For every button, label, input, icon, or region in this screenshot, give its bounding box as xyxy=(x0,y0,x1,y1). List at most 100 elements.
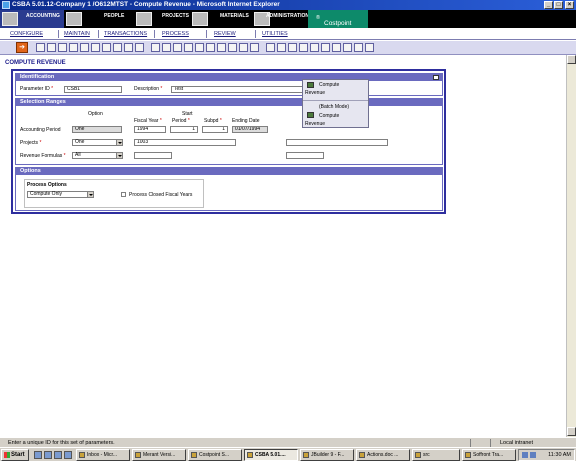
description-field[interactable]: Test xyxy=(171,86,311,93)
submenu-transactions[interactable]: TRANSACTIONS xyxy=(104,31,147,37)
subperiod-field[interactable]: 1 xyxy=(202,126,228,133)
submenu-configure[interactable]: CONFIGURE xyxy=(10,31,43,37)
submenu-utilities[interactable]: UTILITIES xyxy=(262,31,288,37)
submenu-divider xyxy=(154,30,155,38)
revenue-formulas-option-select[interactable]: All xyxy=(72,152,123,159)
chevron-down-icon xyxy=(116,153,122,158)
minimize-button[interactable]: _ xyxy=(544,1,553,9)
last-icon[interactable] xyxy=(113,43,122,52)
start-period-field[interactable]: 1 xyxy=(170,126,198,133)
lock-icon[interactable] xyxy=(206,43,215,52)
explorer-icon[interactable] xyxy=(64,451,72,459)
prev-icon[interactable] xyxy=(91,43,100,52)
maximize-button[interactable]: □ xyxy=(554,1,563,9)
ie-icon xyxy=(191,452,197,458)
task-costpoint[interactable]: Costpoint S... xyxy=(188,449,242,461)
brand-mark: ® xyxy=(316,15,320,21)
process-options-select[interactable]: Compute Only xyxy=(27,191,94,198)
save-icon[interactable] xyxy=(47,43,56,52)
zoom-icon[interactable] xyxy=(321,43,330,52)
vertical-scrollbar[interactable] xyxy=(566,55,576,437)
table-icon[interactable] xyxy=(266,43,275,52)
next-icon[interactable] xyxy=(102,43,111,52)
menu-tab-administration[interactable]: ADMINISTRATION xyxy=(252,10,309,28)
settings-icon[interactable] xyxy=(365,43,374,52)
ending-date-field: 01/07/1994 xyxy=(232,126,268,133)
revenue-formulas-start-field[interactable] xyxy=(134,152,172,159)
scroll-down-button[interactable] xyxy=(567,427,576,436)
close-window-button[interactable]: × xyxy=(565,1,574,9)
task-jbuilder[interactable]: JBuilder 9 - F... xyxy=(300,449,354,461)
selection-ranges-section: Selection Ranges Option Start Fiscal Yea… xyxy=(15,98,443,165)
menu-tab-projects[interactable]: PROJECTS xyxy=(128,10,189,28)
find-icon[interactable] xyxy=(162,43,171,52)
report-icon[interactable] xyxy=(228,43,237,52)
task-src-folder[interactable]: src xyxy=(412,449,460,461)
refresh-icon[interactable] xyxy=(195,43,204,52)
process-closed-fiscal-years-checkbox[interactable] xyxy=(121,192,126,197)
new-icon[interactable] xyxy=(36,43,45,52)
col-ending-date-header: Ending Date xyxy=(232,118,260,124)
task-csba[interactable]: CSBA 5.01.... xyxy=(244,449,298,461)
parameter-id-label: Parameter ID * xyxy=(20,86,54,92)
submenu-maintain[interactable]: MAINTAIN xyxy=(64,31,90,37)
revenue-formulas-end-field[interactable] xyxy=(286,152,324,159)
task-inbox[interactable]: Inbox - Micr... xyxy=(76,449,130,461)
projects-icon xyxy=(136,12,152,26)
projects-end-field[interactable] xyxy=(286,139,388,146)
options-header: Options xyxy=(16,168,442,175)
sort-icon[interactable] xyxy=(184,43,193,52)
calendar-icon[interactable] xyxy=(332,43,341,52)
fiscal-year-field[interactable]: 1994 xyxy=(134,126,166,133)
submenu-review[interactable]: REVIEW xyxy=(214,31,236,37)
menu-tab-people[interactable]: PEOPLE xyxy=(64,10,128,28)
filter-icon[interactable] xyxy=(173,43,182,52)
help-icon[interactable] xyxy=(151,43,160,52)
attach-icon[interactable] xyxy=(239,43,248,52)
identification-header: Identification xyxy=(16,74,442,81)
popup-divider xyxy=(303,100,368,101)
menu-tab-materials[interactable]: MATERIALS xyxy=(188,10,252,28)
browse-icon[interactable] xyxy=(299,43,308,52)
process-closed-fiscal-years-label: Process Closed Fiscal Years xyxy=(129,192,193,198)
task-merant[interactable]: Merant Versi... xyxy=(132,449,186,461)
submenu-divider xyxy=(58,30,59,38)
close-icon[interactable] xyxy=(354,43,363,52)
window-title-bar[interactable]: CSBA 5.01.12-Company 1 /O612MTST - Compu… xyxy=(0,0,576,10)
accounting-period-option: One xyxy=(72,126,122,133)
show-desktop-icon[interactable] xyxy=(34,451,42,459)
query-icon[interactable] xyxy=(124,43,133,52)
task-actions-doc[interactable]: Actions.doc ... xyxy=(356,449,410,461)
task-soffront[interactable]: Soffront Tra... xyxy=(462,449,516,461)
properties-icon[interactable] xyxy=(277,43,286,52)
description-label: Description * xyxy=(134,86,163,92)
scroll-up-button[interactable] xyxy=(567,55,576,64)
first-icon[interactable] xyxy=(80,43,89,52)
revenue-formulas-label: Revenue Formulas * xyxy=(20,153,66,159)
projects-option-select[interactable]: One xyxy=(72,139,123,146)
mail-icon[interactable] xyxy=(343,43,352,52)
export-icon[interactable] xyxy=(217,43,226,52)
execute-button[interactable]: ➔ xyxy=(16,42,28,53)
volume-icon[interactable] xyxy=(530,452,536,458)
menu-tab-accounting[interactable]: ACCOUNTING xyxy=(0,10,64,28)
close-icon[interactable] xyxy=(433,75,439,80)
start-button[interactable]: Start xyxy=(1,449,29,461)
app-icon xyxy=(135,452,141,458)
parameter-id-field[interactable]: CSB1 xyxy=(64,86,122,93)
delete-icon[interactable] xyxy=(69,43,78,52)
edit-icon[interactable] xyxy=(288,43,297,52)
toolbar: ➔ xyxy=(0,41,576,55)
print-icon[interactable] xyxy=(135,43,144,52)
windows-taskbar: Start Inbox - Micr... Merant Versi... Co… xyxy=(0,447,576,461)
projects-start-field[interactable]: 1003 xyxy=(134,139,236,146)
chevron-down-icon xyxy=(116,140,122,145)
submenu-process[interactable]: PROCESS xyxy=(162,31,189,37)
network-icon[interactable] xyxy=(522,452,528,458)
outlook-icon[interactable] xyxy=(54,451,62,459)
selection-ranges-header: Selection Ranges xyxy=(16,99,442,106)
ie-icon[interactable] xyxy=(44,451,52,459)
copy-icon[interactable] xyxy=(58,43,67,52)
notes-icon[interactable] xyxy=(250,43,259,52)
detail-icon[interactable] xyxy=(310,43,319,52)
